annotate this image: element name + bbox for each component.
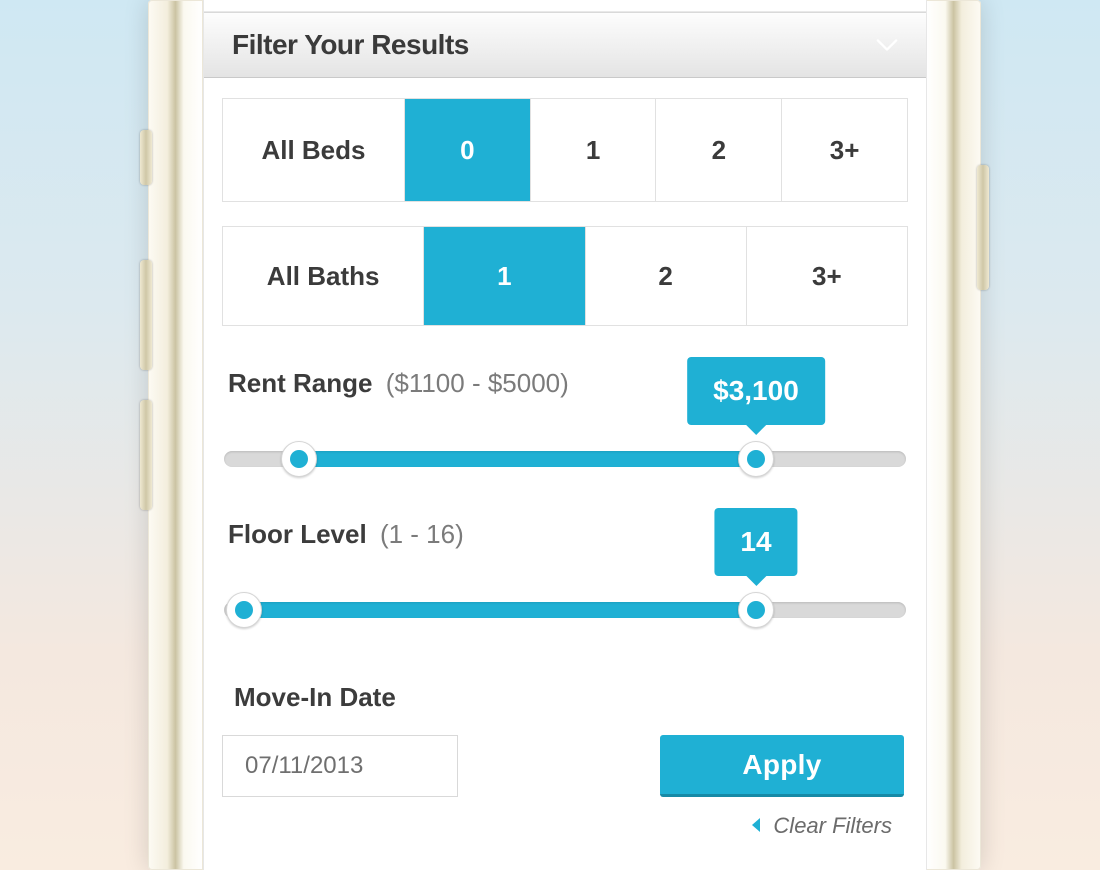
phone-mute-switch (140, 130, 152, 185)
movein-date-value: 07/11/2013 (245, 752, 363, 780)
baths-option-1[interactable]: 1 (424, 227, 585, 325)
floor-level-slider[interactable]: 14 (224, 586, 906, 628)
caret-left-icon (749, 813, 763, 839)
top-strip (204, 0, 926, 12)
floor-thumb-low[interactable] (226, 592, 262, 628)
rent-thumb-low[interactable] (281, 441, 317, 477)
clear-filters-text: Clear Filters (773, 813, 892, 839)
baths-segmented: All Baths 1 2 3+ (222, 226, 908, 326)
phone-screen: Filter Your Results All Beds 0 1 2 3+ Al… (203, 0, 927, 870)
filter-header[interactable]: Filter Your Results (204, 12, 926, 78)
chevron-down-icon (876, 38, 898, 52)
beds-option-0[interactable]: 0 (405, 99, 531, 201)
baths-label: All Baths (223, 227, 424, 325)
rent-range-label-text: Rent Range (228, 368, 372, 398)
beds-label: All Beds (223, 99, 405, 201)
floor-thumb-high[interactable] (738, 592, 774, 628)
rent-thumb-high[interactable] (738, 441, 774, 477)
floor-fill (244, 602, 756, 618)
movein-date-input[interactable]: 07/11/2013 (222, 735, 458, 797)
rent-range-slider[interactable]: $3,100 (224, 435, 906, 477)
beds-option-3plus[interactable]: 3+ (782, 99, 907, 201)
beds-option-1[interactable]: 1 (531, 99, 657, 201)
rent-fill (299, 451, 756, 467)
filter-content: All Beds 0 1 2 3+ All Baths 1 2 3+ Rent … (204, 78, 926, 839)
filter-header-title: Filter Your Results (232, 29, 469, 61)
phone-volume-up (140, 260, 152, 370)
phone-power-button (977, 165, 989, 290)
bottom-row: 07/11/2013 Apply Clear Filters (222, 735, 908, 839)
floor-level-label: Floor Level (1 - 16) (228, 519, 908, 550)
clear-filters-link[interactable]: Clear Filters (749, 813, 904, 839)
movein-label: Move-In Date (234, 682, 908, 713)
apply-button[interactable]: Apply (660, 735, 904, 797)
beds-option-2[interactable]: 2 (656, 99, 782, 201)
beds-segmented: All Beds 0 1 2 3+ (222, 98, 908, 202)
floor-tooltip: 14 (714, 508, 797, 576)
phone-bezel-right (926, 0, 981, 870)
baths-option-2[interactable]: 2 (586, 227, 747, 325)
rent-range-hint: ($1100 - $5000) (386, 368, 569, 398)
floor-level-label-text: Floor Level (228, 519, 367, 549)
rent-tooltip: $3,100 (687, 357, 825, 425)
baths-option-3plus[interactable]: 3+ (747, 227, 907, 325)
phone-bezel-left (148, 0, 203, 870)
phone-volume-down (140, 400, 152, 510)
floor-level-hint: (1 - 16) (380, 519, 464, 549)
